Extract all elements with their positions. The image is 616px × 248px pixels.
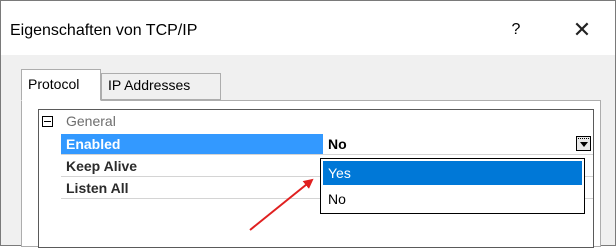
arrow-shaft [249,178,314,231]
annotation-arrow [249,178,314,231]
